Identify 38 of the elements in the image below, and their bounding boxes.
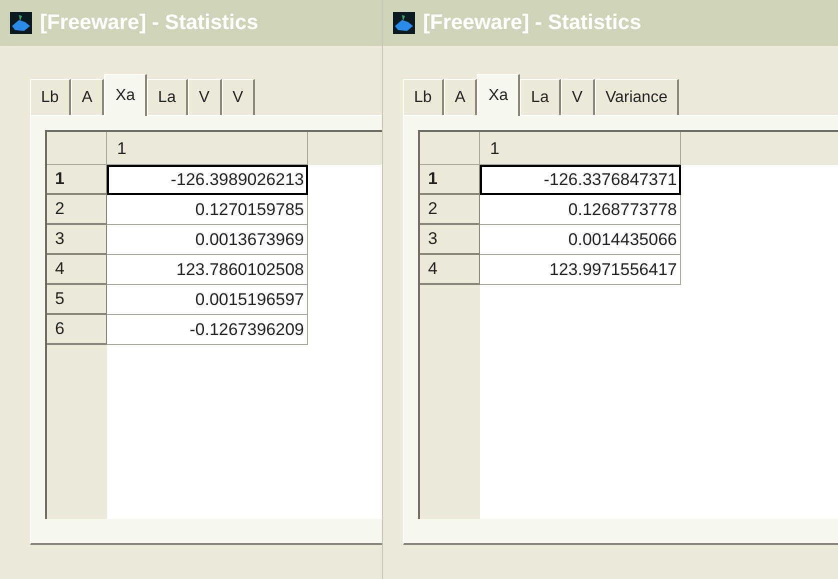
row-header: 4 [420, 255, 480, 285]
table-cell[interactable]: -126.3989026213 [107, 165, 308, 195]
tab[interactable]: Lb [30, 79, 71, 115]
table-cell[interactable]: 0.0014435066 [480, 225, 681, 255]
tab[interactable]: Xa [477, 74, 520, 116]
column-header: 1 [107, 132, 308, 165]
window-title: [Freeware] - Statistics [423, 10, 642, 36]
table-cell[interactable]: 0.0013673969 [107, 225, 308, 255]
column-header: 1 [480, 132, 681, 165]
table-cell[interactable]: -126.3376847371 [480, 165, 681, 195]
tab[interactable]: V [560, 79, 595, 115]
tab[interactable]: V [188, 79, 222, 115]
row-header: 1 [47, 165, 107, 195]
table-cell[interactable]: -0.1267396209 [107, 315, 308, 345]
row-header: 2 [420, 195, 480, 225]
app-icon [393, 12, 415, 34]
row-header: 5 [47, 285, 107, 315]
row-header: 2 [47, 195, 107, 225]
tab[interactable]: La [520, 79, 561, 115]
tab[interactable]: La [147, 79, 188, 115]
tab[interactable]: Lb [403, 79, 444, 115]
tab[interactable]: A [70, 79, 104, 115]
row-header: 3 [420, 225, 480, 255]
row-header: 4 [47, 255, 107, 285]
tab[interactable]: Variance [594, 79, 680, 115]
window-title: [Freeware] - Statistics [40, 10, 258, 36]
table-cell[interactable]: 0.1268773778 [480, 195, 681, 225]
tab[interactable]: V [222, 79, 256, 115]
tab[interactable]: Xa [104, 74, 148, 116]
row-header: 3 [47, 225, 107, 255]
table-cell[interactable]: 0.0015196597 [107, 285, 308, 315]
table-cell[interactable]: 0.1270159785 [107, 195, 308, 225]
table-cell[interactable]: 123.9971556417 [480, 255, 681, 285]
table-cell[interactable]: 123.7860102508 [107, 255, 308, 285]
row-header: 6 [47, 315, 107, 345]
app-icon [10, 12, 32, 34]
row-header: 1 [420, 165, 480, 195]
tab[interactable]: A [444, 79, 478, 115]
